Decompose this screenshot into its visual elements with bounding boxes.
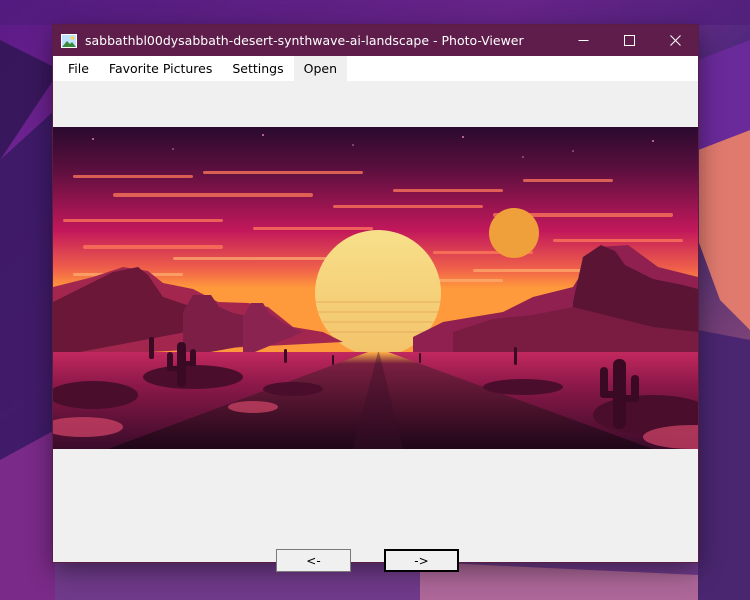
close-button[interactable] <box>652 25 698 56</box>
menu-bar: File Favorite Pictures Settings Open <box>53 56 698 81</box>
minimize-button[interactable] <box>560 25 606 56</box>
minimize-icon <box>578 40 588 41</box>
image-app-icon <box>61 33 77 48</box>
title-bar: sabbathbl00dysabbath-desert-synthwave-ai… <box>53 25 698 56</box>
menu-favorite-pictures[interactable]: Favorite Pictures <box>99 56 222 81</box>
photo-viewer-window: sabbathbl00dysabbath-desert-synthwave-ai… <box>53 25 698 572</box>
maximize-button[interactable] <box>606 25 652 56</box>
desert-synthwave-landscape-image <box>53 127 698 449</box>
previous-image-button[interactable]: <- <box>276 549 351 572</box>
displayed-photo <box>53 127 698 449</box>
close-icon <box>669 35 681 46</box>
window-title: sabbathbl00dysabbath-desert-synthwave-ai… <box>85 33 524 48</box>
maximize-icon <box>623 35 635 46</box>
next-image-button[interactable]: -> <box>384 549 459 572</box>
menu-open[interactable]: Open <box>293 56 348 81</box>
menu-file[interactable]: File <box>58 56 99 81</box>
menu-settings[interactable]: Settings <box>222 56 293 81</box>
viewer-area: <- -> <box>53 81 698 572</box>
window-controls <box>560 25 698 56</box>
